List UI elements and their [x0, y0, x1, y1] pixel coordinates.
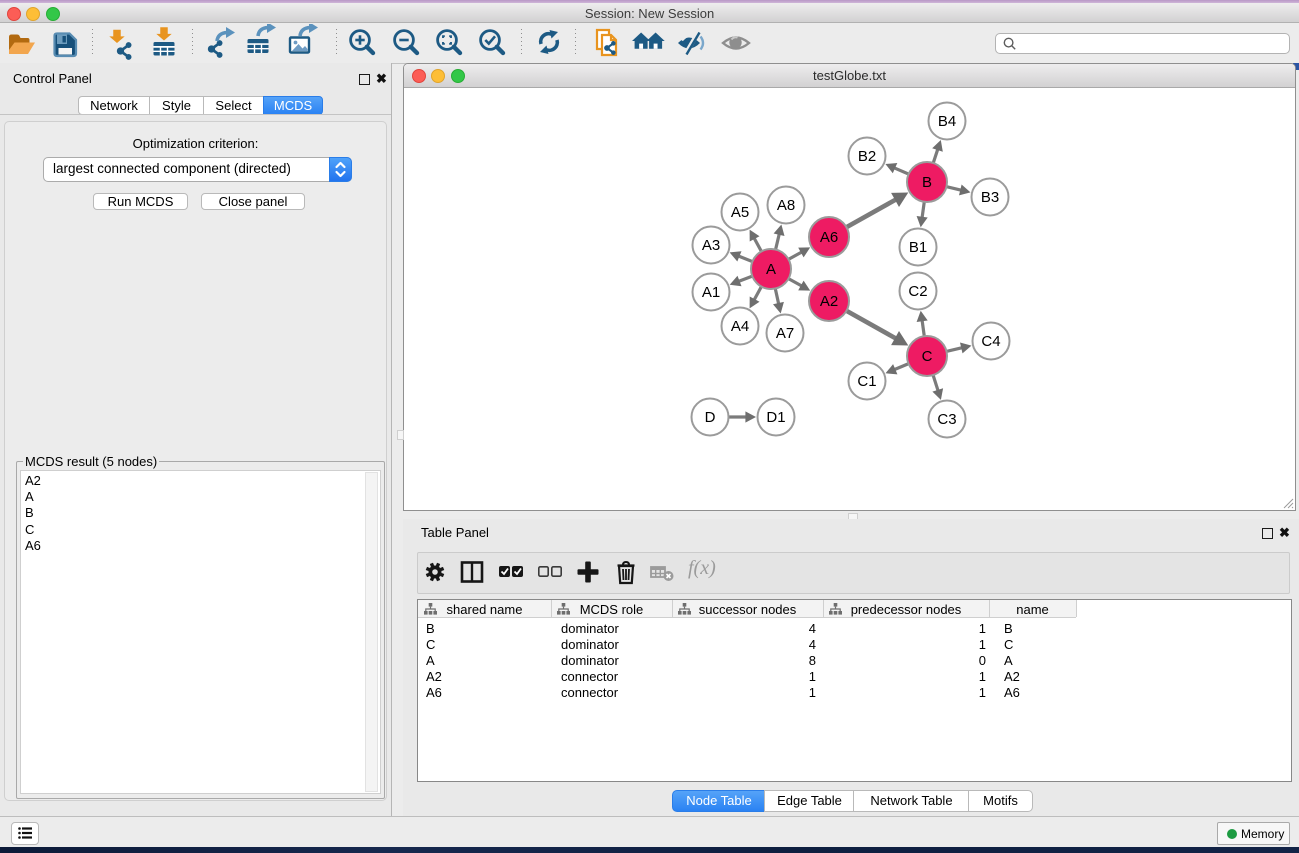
svg-text:B3: B3 [981, 189, 999, 206]
svg-text:D1: D1 [766, 409, 785, 426]
svg-text:A8: A8 [777, 197, 795, 214]
svg-text:A5: A5 [731, 204, 749, 221]
svg-text:A4: A4 [731, 318, 749, 335]
svg-text:C: C [922, 348, 933, 365]
svg-text:B4: B4 [938, 113, 956, 130]
svg-text:C4: C4 [981, 333, 1000, 350]
svg-text:A1: A1 [702, 284, 720, 301]
svg-text:B: B [922, 174, 932, 191]
svg-text:C1: C1 [857, 373, 876, 390]
svg-text:C2: C2 [908, 283, 927, 300]
svg-text:C3: C3 [937, 411, 956, 428]
svg-text:A2: A2 [820, 293, 838, 310]
svg-text:A: A [766, 261, 776, 278]
svg-text:D: D [705, 409, 716, 426]
svg-text:A7: A7 [776, 325, 794, 342]
svg-text:A6: A6 [820, 229, 838, 246]
svg-text:A3: A3 [702, 237, 720, 254]
svg-text:B1: B1 [909, 239, 927, 256]
svg-text:B2: B2 [858, 148, 876, 165]
